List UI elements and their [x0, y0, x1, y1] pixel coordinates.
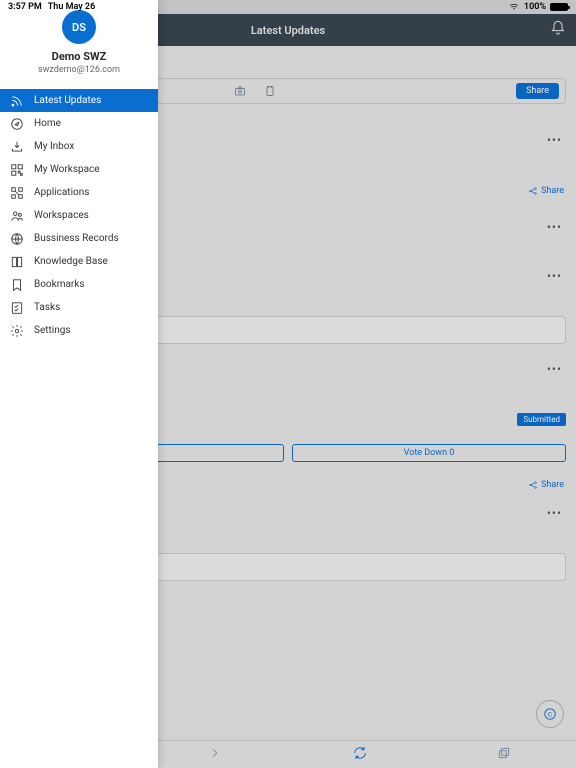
- menu-item-home[interactable]: Home: [0, 112, 158, 135]
- apps-icon: [10, 186, 24, 200]
- menu-item-latest-updates[interactable]: Latest Updates: [0, 89, 158, 112]
- avatar[interactable]: DS: [62, 10, 96, 44]
- menu-label: Tasks: [34, 302, 60, 313]
- menu-label: Settings: [34, 325, 71, 336]
- users-icon: [10, 209, 24, 223]
- menu-item-settings[interactable]: Settings: [0, 319, 158, 342]
- gear-icon: [10, 324, 24, 338]
- profile-email: swzdemo@126.com: [0, 65, 158, 75]
- menu-label: Bussiness Records: [34, 233, 119, 244]
- menu-item-applications[interactable]: Applications: [0, 181, 158, 204]
- inbox-icon: [10, 140, 24, 154]
- compass-icon: [10, 117, 24, 131]
- wifi-icon: [508, 2, 520, 12]
- menu-item-my-workspace[interactable]: My Workspace: [0, 158, 158, 181]
- menu-label: Latest Updates: [34, 95, 101, 106]
- side-menu: DS Demo SWZ swzdemo@126.com Latest Updat…: [0, 0, 158, 768]
- status-bar: 3:57 PM Thu May 26 100%: [0, 0, 576, 14]
- profile-name: Demo SWZ: [0, 50, 158, 63]
- qr-icon: [10, 163, 24, 177]
- menu-label: Bookmarks: [34, 279, 85, 290]
- menu-label: My Inbox: [34, 141, 74, 152]
- battery-icon: [550, 3, 568, 11]
- checklist-icon: [10, 301, 24, 315]
- menu-label: Knowledge Base: [34, 256, 108, 267]
- status-date: Thu May 26: [48, 2, 95, 12]
- book-icon: [10, 255, 24, 269]
- globe-icon: [10, 232, 24, 246]
- menu-list: Latest Updates Home My Inbox My Workspace Ap…: [0, 89, 158, 342]
- menu-label: Applications: [34, 187, 89, 198]
- menu-item-bookmarks[interactable]: Bookmarks: [0, 273, 158, 296]
- bookmark-icon: [10, 278, 24, 292]
- menu-item-workspaces[interactable]: Workspaces: [0, 204, 158, 227]
- menu-item-my-inbox[interactable]: My Inbox: [0, 135, 158, 158]
- status-time: 3:57 PM: [8, 2, 42, 12]
- menu-label: My Workspace: [34, 164, 100, 175]
- menu-item-bussiness-records[interactable]: Bussiness Records: [0, 227, 158, 250]
- menu-item-tasks[interactable]: Tasks: [0, 296, 158, 319]
- battery-pct: 100%: [524, 2, 546, 12]
- menu-label: Workspaces: [34, 210, 89, 221]
- menu-label: Home: [34, 118, 61, 129]
- rss-icon: [10, 94, 24, 108]
- menu-item-knowledge-base[interactable]: Knowledge Base: [0, 250, 158, 273]
